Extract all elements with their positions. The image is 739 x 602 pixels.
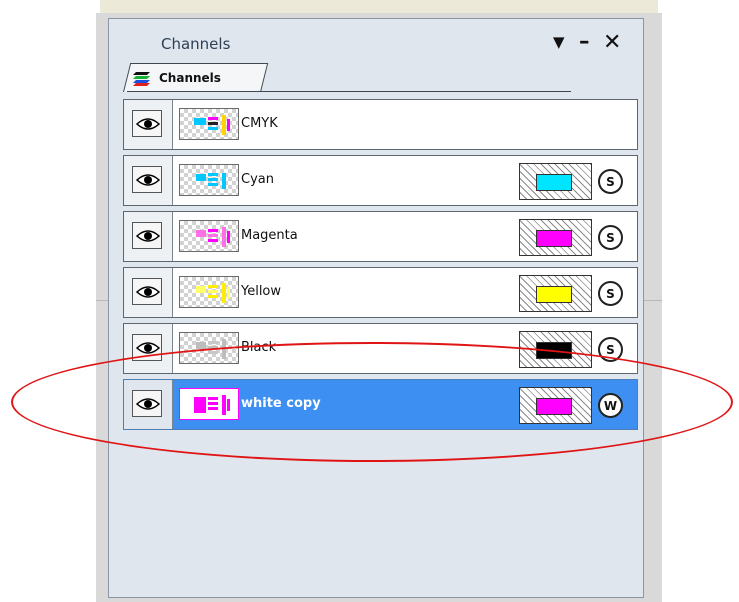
visibility-cell bbox=[124, 100, 173, 149]
swatch-fill bbox=[536, 286, 572, 303]
eye-icon bbox=[136, 174, 160, 186]
spot-mode-button[interactable]: S bbox=[598, 169, 623, 194]
tab-channels-label: Channels bbox=[159, 71, 221, 85]
swatch-fill bbox=[536, 398, 572, 415]
channel-thumbnail bbox=[179, 276, 239, 308]
channel-color-swatch[interactable] bbox=[519, 219, 592, 256]
visibility-toggle[interactable] bbox=[132, 166, 162, 193]
channel-thumbnail bbox=[179, 388, 239, 420]
channel-thumbnail bbox=[179, 220, 239, 252]
visibility-toggle[interactable] bbox=[132, 334, 162, 361]
channel-row-cyan[interactable]: Cyan S bbox=[123, 155, 638, 206]
channel-color-swatch[interactable] bbox=[519, 163, 592, 200]
eye-icon bbox=[136, 230, 160, 242]
channels-panel: Channels ▼ – ✕ Channels CMYK Cyan S Mage… bbox=[108, 18, 644, 598]
swatch-fill bbox=[536, 342, 572, 359]
visibility-toggle[interactable] bbox=[132, 222, 162, 249]
channel-thumbnail bbox=[179, 164, 239, 196]
visibility-cell bbox=[124, 268, 173, 317]
eye-icon bbox=[136, 118, 160, 130]
channel-row-white-copy[interactable]: white copy W bbox=[123, 379, 638, 430]
background-divider bbox=[644, 300, 662, 301]
background-divider bbox=[96, 300, 108, 301]
minimize-icon[interactable]: – bbox=[579, 29, 590, 53]
visibility-cell bbox=[124, 324, 173, 373]
close-icon[interactable]: ✕ bbox=[603, 30, 621, 55]
panel-titlebar[interactable]: Channels ▼ – ✕ bbox=[109, 19, 643, 63]
channels-stack-icon bbox=[133, 70, 153, 86]
channel-thumbnail bbox=[179, 332, 239, 364]
spot-mode-button[interactable]: S bbox=[598, 337, 623, 362]
background-toolbar-strip bbox=[100, 0, 658, 13]
channel-label: Magenta bbox=[241, 228, 298, 243]
channel-row-magenta[interactable]: Magenta S bbox=[123, 211, 638, 262]
dropdown-arrow-icon[interactable]: ▼ bbox=[553, 33, 565, 51]
channel-color-swatch[interactable] bbox=[519, 331, 592, 368]
tab-underline bbox=[127, 91, 571, 92]
channel-label: Cyan bbox=[241, 172, 274, 187]
visibility-toggle[interactable] bbox=[132, 110, 162, 137]
visibility-cell bbox=[124, 156, 173, 205]
channel-color-swatch[interactable] bbox=[519, 387, 592, 424]
visibility-cell bbox=[124, 380, 173, 429]
channel-row-yellow[interactable]: Yellow S bbox=[123, 267, 638, 318]
channel-row-black[interactable]: Black S bbox=[123, 323, 638, 374]
eye-icon bbox=[136, 342, 160, 354]
channel-label: Black bbox=[241, 340, 277, 355]
channel-label: CMYK bbox=[241, 116, 278, 131]
visibility-toggle[interactable] bbox=[132, 278, 162, 305]
spot-mode-button[interactable]: S bbox=[598, 225, 623, 250]
swatch-fill bbox=[536, 174, 572, 191]
white-mode-button[interactable]: W bbox=[598, 393, 623, 418]
channel-color-swatch[interactable] bbox=[519, 275, 592, 312]
eye-icon bbox=[136, 398, 160, 410]
visibility-toggle[interactable] bbox=[132, 390, 162, 417]
panel-title: Channels bbox=[161, 35, 231, 53]
visibility-cell bbox=[124, 212, 173, 261]
swatch-fill bbox=[536, 230, 572, 247]
tab-channels-content[interactable]: Channels bbox=[133, 67, 221, 89]
spot-mode-button[interactable]: S bbox=[598, 281, 623, 306]
eye-icon bbox=[136, 286, 160, 298]
channel-label: white copy bbox=[241, 396, 321, 411]
channel-row-cmyk[interactable]: CMYK bbox=[123, 99, 638, 150]
channel-thumbnail bbox=[179, 108, 239, 140]
channel-label: Yellow bbox=[241, 284, 282, 299]
